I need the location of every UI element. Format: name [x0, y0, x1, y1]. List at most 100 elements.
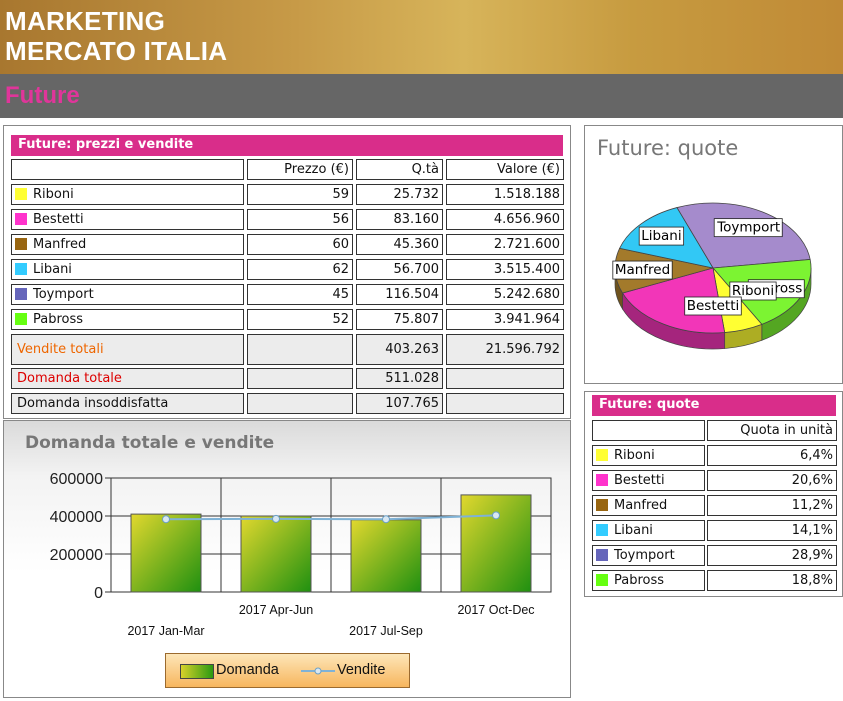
section-bar: Future: [0, 74, 843, 118]
header-title-line2: MERCATO ITALIA: [5, 36, 228, 66]
totals-row-0-qty: 403.263: [356, 334, 443, 365]
color-swatch: [596, 474, 608, 486]
color-swatch: [15, 288, 27, 300]
quote-row-3-name: Libani: [592, 520, 705, 541]
company-name: Toymport: [33, 287, 94, 302]
prices-header-2: Q.tà: [356, 159, 443, 180]
pie-chart: ToymportPabrossRiboniBestettiManfredLiba…: [612, 202, 812, 350]
xtick-label: 2017 Oct-Dec: [457, 603, 534, 617]
prices-row-1-name: Bestetti: [11, 209, 244, 230]
legend-vendite-label: Vendite: [337, 662, 386, 678]
prices-row-5-price: 52: [247, 309, 353, 330]
quote-row-4-name: Toymport: [592, 545, 705, 566]
company-name: Bestetti: [614, 473, 665, 488]
prices-row-1-value: 4.656.960: [446, 209, 564, 230]
prices-row-2-price: 60: [247, 234, 353, 255]
prices-row-0-price: 59: [247, 184, 353, 205]
company-name: Libani: [33, 262, 72, 277]
color-swatch: [596, 549, 608, 561]
prices-row-3-price: 62: [247, 259, 353, 280]
prices-row-5-value: 3.941.964: [446, 309, 564, 330]
totals-row-1-price: [247, 368, 353, 389]
ytick-label: 600000: [50, 471, 103, 488]
ytick-label: 400000: [50, 509, 103, 526]
prices-row-4-price: 45: [247, 284, 353, 305]
color-swatch: [596, 574, 608, 586]
prices-row-1-qty: 83.160: [356, 209, 443, 230]
totals-row-0-label: Vendite totali: [11, 334, 244, 365]
pie-label: Bestetti: [684, 296, 742, 316]
prices-row-0-value: 1.518.188: [446, 184, 564, 205]
quote-row-2-share: 11,2%: [707, 495, 837, 516]
totals-row-0-value: 21.596.792: [446, 334, 564, 365]
company-name: Riboni: [614, 448, 655, 463]
legend-vendite-swatch: [301, 667, 335, 675]
quote-table-title: Future: quote: [592, 395, 836, 416]
totals-row-2-price: [247, 393, 353, 414]
bar-domanda: [130, 513, 202, 593]
xtick-label: 2017 Jul-Sep: [349, 624, 423, 638]
quote-row-1-name: Bestetti: [592, 470, 705, 491]
prices-row-3-name: Libani: [11, 259, 244, 280]
totals-row-2-value: [446, 393, 564, 414]
pie-panel: Future: quote ToymportPabrossRiboniBeste…: [584, 125, 843, 384]
quote-row-4-share: 28,9%: [707, 545, 837, 566]
app-header: MARKETING MERCATO ITALIA: [0, 0, 843, 74]
quote-header-blank: [592, 420, 705, 441]
header-title-line1: MARKETING: [5, 6, 166, 36]
xtick-label: 2017 Apr-Jun: [239, 603, 313, 617]
company-name: Manfred: [33, 237, 87, 252]
color-swatch: [15, 313, 27, 325]
pie-label-text: Toymport: [716, 220, 780, 236]
quote-row-0-name: Riboni: [592, 445, 705, 466]
prices-row-0-qty: 25.732: [356, 184, 443, 205]
bar-domanda: [460, 494, 532, 593]
point-vendite: [272, 514, 280, 523]
company-name: Pabross: [33, 312, 84, 327]
company-name: Toymport: [614, 548, 675, 563]
pie-label-text: Libani: [641, 228, 681, 244]
company-name: Bestetti: [33, 212, 84, 227]
pie-label: Toymport: [713, 218, 783, 238]
point-vendite: [162, 515, 170, 524]
color-swatch: [15, 263, 27, 275]
quote-row-5-share: 18,8%: [707, 570, 837, 591]
legend-domanda-label: Domanda: [216, 662, 279, 678]
totals-row-0-price: [247, 334, 353, 365]
bar-chart-legend: Domanda Vendite: [165, 653, 410, 688]
prices-row-0-name: Riboni: [11, 184, 244, 205]
company-name: Riboni: [33, 187, 74, 202]
color-swatch: [15, 213, 27, 225]
prices-header-1: Prezzo (€): [247, 159, 353, 180]
quote-row-3-share: 14,1%: [707, 520, 837, 541]
xtick-label: 2017 Jan-Mar: [127, 624, 204, 638]
pie-label: Manfred: [612, 260, 673, 280]
quote-row-2-name: Manfred: [592, 495, 705, 516]
prices-row-2-name: Manfred: [11, 234, 244, 255]
section-title: Future: [5, 82, 80, 109]
ytick-label: 0: [94, 585, 103, 602]
totals-row-2-qty: 107.765: [356, 393, 443, 414]
color-swatch: [596, 449, 608, 461]
bar-domanda: [350, 519, 422, 593]
totals-row-1-qty: 511.028: [356, 368, 443, 389]
quote-row-1-share: 20,6%: [707, 470, 837, 491]
company-name: Libani: [614, 523, 653, 538]
pie-label-text: Bestetti: [687, 298, 740, 314]
pie-label-text: Manfred: [615, 262, 670, 278]
ytick-label: 200000: [50, 547, 103, 564]
color-swatch: [15, 238, 27, 250]
pie-label: Libani: [638, 226, 685, 246]
company-name: Manfred: [614, 498, 668, 513]
company-name: Pabross: [614, 573, 665, 588]
prices-row-1-price: 56: [247, 209, 353, 230]
prices-table-title: Future: prezzi e vendite: [11, 135, 563, 156]
color-swatch: [596, 524, 608, 536]
quote-row-5-name: Pabross: [592, 570, 705, 591]
prices-row-4-value: 5.242.680: [446, 284, 564, 305]
prices-row-5-name: Pabross: [11, 309, 244, 330]
prices-row-4-qty: 116.504: [356, 284, 443, 305]
prices-row-2-qty: 45.360: [356, 234, 443, 255]
color-swatch: [596, 499, 608, 511]
prices-header-0: [11, 159, 244, 180]
